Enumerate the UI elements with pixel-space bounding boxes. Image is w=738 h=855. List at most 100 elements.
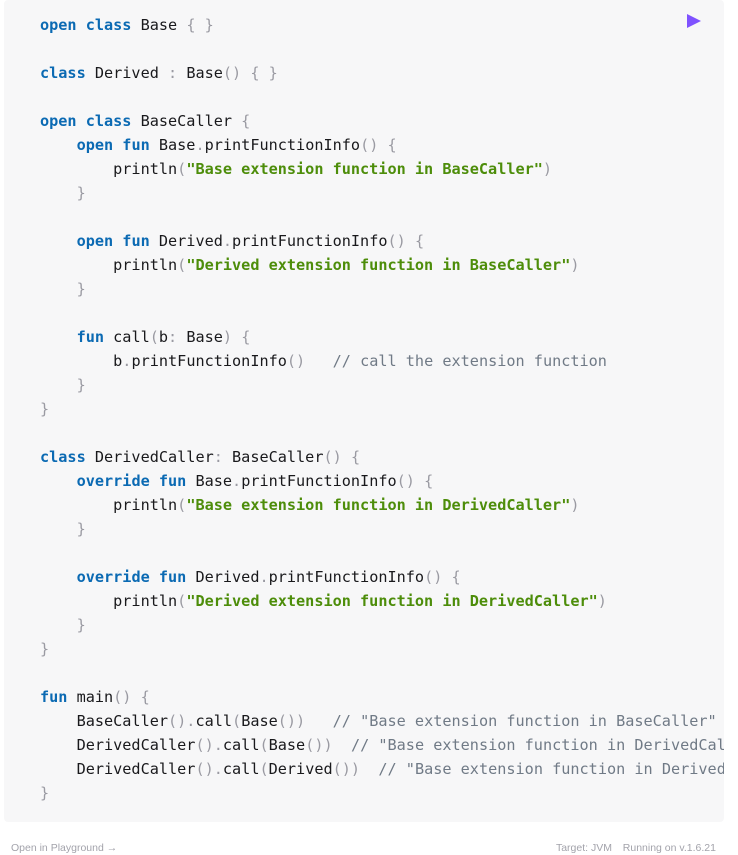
code-punctuation: (: [259, 760, 269, 778]
code-punctuation: ): [542, 160, 553, 178]
code-text: b: [158, 328, 169, 346]
code-punctuation: :: [168, 328, 178, 346]
code-comment: // "Base extension function in Derived: [378, 760, 724, 778]
code-line: override fun Base.printFunctionInfo() {: [40, 472, 434, 490]
code-line: DerivedCaller().call(Base()) // "Base ex…: [40, 736, 724, 754]
code-text: Base: [177, 328, 223, 346]
code-punctuation: (): [360, 136, 379, 154]
code-text: Derived: [268, 760, 333, 778]
code-text: printFunctionInfo: [268, 568, 425, 586]
code-comment: // "Base extension function in DerivedCa…: [350, 736, 724, 754]
code-text: Base: [177, 64, 223, 82]
kotlin-version-label: Running on v.1.6.21: [622, 842, 716, 854]
code-punctuation: (): [396, 472, 415, 490]
code-line: BaseCaller().call(Base()) // "Base exten…: [40, 712, 717, 730]
code-line: class Derived : Base() { }: [40, 64, 278, 82]
code-line: println("Derived extension function in B…: [40, 256, 579, 274]
code-punctuation: (: [177, 256, 187, 274]
code-line: }: [40, 520, 86, 538]
code-keyword: class: [40, 64, 86, 82]
code-text: main: [67, 688, 114, 706]
code-text: DerivedCaller: [40, 760, 196, 778]
code-punctuation: {: [241, 112, 251, 130]
editor-footer: Open in Playground → Target: JVM Running…: [0, 836, 738, 855]
code-text: println: [40, 592, 178, 610]
code-text: Derived: [186, 568, 260, 586]
code-editor[interactable]: open class Base { } class Derived : Base…: [4, 0, 724, 822]
code-text: DerivedCaller: [85, 448, 214, 466]
code-text: call: [104, 328, 150, 346]
code-keyword: open class: [40, 112, 132, 130]
code-text: call: [195, 712, 233, 730]
code-text: Base: [241, 712, 278, 730]
code-punctuation: :: [213, 448, 223, 466]
code-text: Derived: [85, 64, 169, 82]
code-line: }: [40, 400, 49, 418]
code-string: "Derived extension function in BaseCalle…: [186, 256, 571, 274]
code-punctuation: (): [113, 688, 132, 706]
code-text: BaseCaller: [222, 448, 324, 466]
code-punctuation: }: [76, 376, 86, 394]
code-line: fun main() {: [40, 688, 150, 706]
code-line: class DerivedCaller: BaseCaller() {: [40, 448, 360, 466]
code-punctuation: {: [451, 568, 461, 586]
code-line: }: [40, 784, 49, 802]
code-text: b: [40, 352, 123, 370]
code-line: open class BaseCaller {: [40, 112, 250, 130]
code-text: DerivedCaller: [40, 736, 196, 754]
code-line: println("Derived extension function in D…: [40, 592, 607, 610]
code-keyword: fun: [76, 328, 105, 346]
code-punctuation: }: [76, 280, 86, 298]
code-text: println: [40, 160, 178, 178]
code-punctuation: ()): [305, 736, 333, 754]
code-string: "Derived extension function in DerivedCa…: [186, 592, 598, 610]
code-punctuation: ().: [168, 712, 196, 730]
code-punctuation: .: [259, 568, 269, 586]
code-punctuation: (): [387, 232, 406, 250]
code-line: open fun Derived.printFunctionInfo() {: [40, 232, 425, 250]
code-punctuation: ().: [195, 736, 223, 754]
code-text: Base: [268, 736, 306, 754]
code-punctuation: (: [232, 712, 242, 730]
code-text: printFunctionInfo: [241, 472, 397, 490]
code-line: }: [40, 376, 86, 394]
code-punctuation: }: [76, 616, 86, 634]
code-line: }: [40, 280, 86, 298]
code-text: Base: [131, 16, 187, 34]
code-keyword: open fun: [76, 232, 150, 250]
code-line: println("Base extension function in Base…: [40, 160, 552, 178]
code-text: println: [40, 256, 178, 274]
code-string: "Base extension function in BaseCaller": [186, 160, 543, 178]
code-text: call: [222, 760, 260, 778]
code-text: println: [40, 496, 178, 514]
code-string: "Base extension function in DerivedCalle…: [186, 496, 571, 514]
code-text: printFunctionInfo: [204, 136, 361, 154]
code-line: DerivedCaller().call(Derived()) // "Base…: [40, 760, 724, 778]
code-line: }: [40, 616, 86, 634]
kotlin-code-block[interactable]: open class Base { } class Derived : Base…: [40, 13, 724, 805]
code-punctuation: .: [232, 472, 242, 490]
open-in-playground-link[interactable]: Open in Playground →: [11, 842, 117, 854]
code-line: b.printFunctionInfo() // call the extens…: [40, 352, 607, 370]
code-punctuation: ): [597, 592, 607, 610]
code-line: open class Base { }: [40, 16, 214, 34]
